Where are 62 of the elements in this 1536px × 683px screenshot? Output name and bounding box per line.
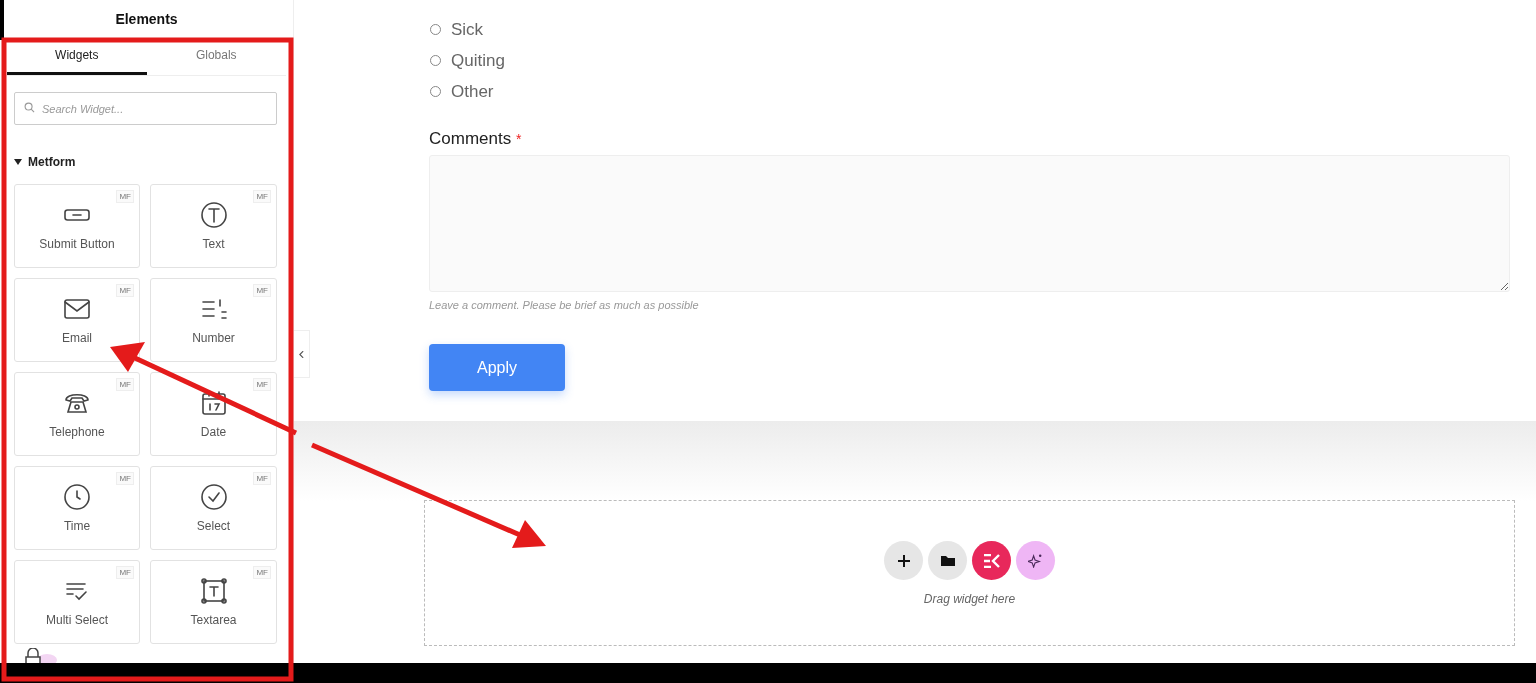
widget-card[interactable]: MF Select [150, 466, 277, 550]
widget-card[interactable]: MF Date [150, 372, 277, 456]
widget-card[interactable]: MF Submit Button [14, 184, 140, 268]
widget-label: Multi Select [46, 613, 108, 627]
widget-badge: MF [116, 472, 134, 485]
widget-label: Textarea [190, 613, 237, 627]
widget-card[interactable]: MF Number [150, 278, 277, 362]
calendar-icon [199, 389, 228, 417]
widget-badge: MF [116, 378, 134, 391]
panel-title: Elements [115, 11, 178, 27]
widget-badge: MF [253, 566, 271, 579]
apply-button[interactable]: Apply [429, 344, 565, 391]
widget-card[interactable]: MF Email [14, 278, 140, 362]
widget-label: Text [202, 237, 225, 251]
text-frame-icon [199, 577, 228, 605]
logo-icon [982, 553, 1001, 568]
widget-label: Time [63, 519, 91, 533]
widget-badge: MF [253, 472, 271, 485]
widget-label: Email [62, 331, 92, 345]
widget-label: Select [196, 519, 231, 533]
widget-label: Date [200, 425, 227, 439]
template-button[interactable] [928, 541, 967, 580]
widget-badge: MF [116, 190, 134, 203]
widget-card[interactable]: MF Telephone [14, 372, 140, 456]
radio-label: Other [451, 81, 494, 102]
search-icon [24, 102, 35, 113]
radio-label: Quiting [451, 50, 505, 71]
radio-label: Sick [451, 19, 484, 40]
widget-label: Submit Button [39, 237, 115, 251]
widget-card[interactable]: MF Textarea [150, 560, 277, 644]
caret-icon [14, 159, 22, 165]
collapse-handle[interactable] [294, 330, 310, 378]
field-hint: Leave a comment. Please be brief as much as possible [429, 299, 700, 311]
panel-tab[interactable]: Globals [146, 38, 286, 75]
widget-badge: MF [116, 284, 134, 297]
drop-hint: Drag widget here [923, 592, 1016, 606]
widget-label: Telephone [49, 425, 105, 439]
edge-strip [0, 0, 4, 40]
widget-card[interactable]: MF Text [150, 184, 277, 268]
comments-field[interactable] [429, 155, 1510, 292]
check-circle-icon [199, 483, 228, 511]
required-mark: * [515, 131, 522, 147]
comments-label: Comments [429, 129, 512, 148]
clock-icon [63, 483, 91, 511]
search-field[interactable]: Search Widget... [14, 92, 277, 125]
chevron-left-icon [299, 350, 304, 358]
add-button[interactable] [884, 541, 923, 580]
widget-label: Number [192, 331, 235, 345]
text-circle-icon [199, 201, 228, 229]
kit-button[interactable] [972, 541, 1011, 580]
widget-badge: MF [116, 566, 134, 579]
folder-icon [940, 555, 955, 566]
plus-icon [897, 554, 910, 567]
widget-badge: MF [253, 190, 271, 203]
widget-card[interactable]: MF Time [14, 466, 140, 550]
widget-card[interactable]: MF Multi Select [14, 560, 140, 644]
widget-badge: MF [253, 378, 271, 391]
category-toggle[interactable]: Metform [14, 155, 76, 169]
panel-tab[interactable]: Widgets [7, 38, 147, 75]
widget-badge: MF [253, 284, 271, 297]
sparkle-icon [1028, 553, 1043, 568]
ai-button[interactable] [1016, 541, 1055, 580]
